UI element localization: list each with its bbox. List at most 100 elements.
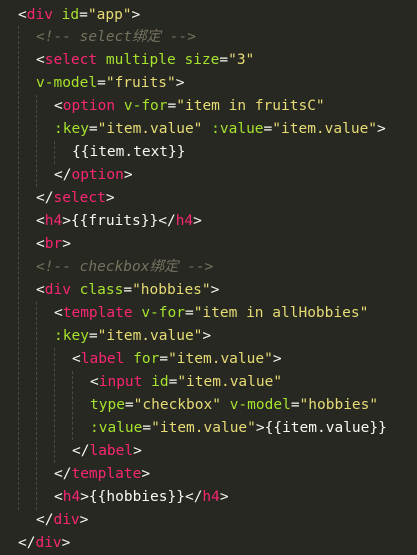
code-token-cmt: <!-- checkbox绑定 -->	[36, 259, 214, 275]
code-token-p	[221, 397, 230, 413]
code-editor[interactable]: <div id="app"> <!-- select绑定 --> <select m…	[0, 0, 417, 555]
code-line[interactable]: <h4>{{fruits}}</h4>	[36, 210, 202, 233]
code-token-p: >	[175, 75, 185, 91]
code-token-p: =	[184, 305, 194, 321]
code-line[interactable]: </template>	[54, 463, 150, 486]
code-line[interactable]: <select multiple size="3"	[36, 49, 254, 72]
code-token-tag: label	[89, 443, 134, 459]
indent-guide	[36, 302, 37, 510]
code-line[interactable]: <template v-for="item in allHobbies"	[54, 302, 368, 325]
code-token-p: <	[72, 351, 81, 367]
code-token-tag: option	[62, 98, 116, 114]
code-token-attr: size	[184, 52, 220, 68]
code-token-tag: div	[44, 282, 71, 298]
code-token-p: <	[54, 98, 63, 114]
code-token-p: =	[97, 75, 106, 91]
code-token-p: <	[90, 374, 99, 390]
code-line[interactable]: <br>	[36, 233, 71, 256]
code-line[interactable]: <div class="hobbies">	[36, 279, 219, 302]
code-token-p: >{{item.value}}	[255, 420, 387, 436]
code-token-tag: div	[53, 512, 80, 528]
code-line[interactable]: <div id="app">	[18, 4, 140, 27]
code-token-p	[97, 52, 106, 68]
code-token-p: =	[263, 121, 273, 137]
code-token-cmt: <!-- select绑定 -->	[36, 29, 196, 45]
code-token-p: </	[72, 443, 90, 459]
code-token-str: "checkbox"	[133, 397, 221, 413]
code-token-tag: h4	[44, 213, 63, 229]
code-token-p: >	[202, 328, 212, 344]
code-token-p: =	[124, 397, 134, 413]
code-token-p: =	[159, 351, 169, 367]
code-token-str: "item in fruitsC"	[176, 98, 325, 114]
code-line[interactable]: type="checkbox" v-model="hobbies"	[90, 394, 378, 417]
code-token-p: >{{fruits}}</	[62, 213, 176, 229]
code-token-str: "item.value"	[272, 121, 378, 137]
code-token-p: >	[61, 535, 71, 551]
code-token-attr: v-for	[123, 98, 168, 114]
code-token-p	[142, 374, 151, 390]
indent-guide	[54, 141, 55, 164]
code-token-p: >	[219, 489, 229, 505]
code-token-attr: id	[61, 7, 80, 23]
code-line[interactable]: </option>	[54, 164, 133, 187]
code-token-attr: :key	[54, 121, 89, 137]
code-line[interactable]: :key="item.value">	[54, 325, 211, 348]
code-line[interactable]: </select>	[36, 187, 115, 210]
code-token-p: <	[54, 489, 63, 505]
code-token-p: =	[123, 282, 133, 298]
code-token-tag: div	[26, 7, 53, 23]
code-token-tag: input	[98, 374, 143, 390]
code-token-str: "3"	[228, 52, 255, 68]
code-token-p: >	[105, 190, 115, 206]
code-token-tag: h4	[202, 489, 220, 505]
code-token-p: <	[36, 213, 45, 229]
code-line[interactable]: <option v-for="item in fruitsC"	[54, 95, 325, 118]
code-token-p: =	[79, 7, 88, 23]
code-token-p	[53, 7, 62, 23]
code-line[interactable]: <!-- select绑定 -->	[36, 26, 196, 49]
code-token-p: >	[79, 512, 89, 528]
code-token-tag: h4	[62, 489, 81, 505]
code-line[interactable]: <h4>{{hobbies}}</h4>	[54, 486, 229, 509]
code-token-tag: select	[53, 190, 106, 206]
code-token-tag: template	[71, 466, 142, 482]
code-token-tag: template	[62, 305, 133, 321]
code-token-str: "fruits"	[105, 75, 176, 91]
indent-guide	[18, 26, 19, 510]
indent-guide	[36, 95, 37, 187]
code-token-tag: br	[44, 236, 63, 252]
code-line[interactable]: </div>	[18, 532, 70, 555]
code-line[interactable]: </div>	[36, 509, 88, 532]
code-token-p	[124, 351, 133, 367]
code-line[interactable]: :key="item.value" :value="item.value">	[54, 118, 386, 141]
code-token-p: <	[36, 52, 45, 68]
code-token-attr: :value	[211, 121, 264, 137]
code-token-p	[71, 282, 80, 298]
code-token-p: <	[18, 7, 27, 23]
code-line[interactable]: {{item.text}}	[72, 141, 186, 164]
code-line[interactable]: <input id="item.value"	[90, 371, 282, 394]
code-token-attr: type	[90, 397, 125, 413]
code-line[interactable]: v-model="fruits">	[36, 72, 184, 95]
code-line[interactable]: </label>	[72, 440, 142, 463]
code-line[interactable]: <!-- checkbox绑定 -->	[36, 256, 213, 279]
indent-guide	[72, 371, 73, 440]
code-token-p: >	[272, 351, 282, 367]
code-token-p: >	[133, 443, 142, 459]
code-token-p: </	[36, 190, 54, 206]
code-token-p: =	[290, 397, 300, 413]
code-token-p: >{{hobbies}}</	[80, 489, 203, 505]
code-token-tag: h4	[175, 213, 194, 229]
code-token-p: >	[210, 282, 220, 298]
code-token-str: "item.value"	[97, 328, 203, 344]
code-token-p	[133, 305, 142, 321]
code-token-p: >	[377, 121, 386, 137]
code-token-p: =	[88, 121, 98, 137]
code-line[interactable]: :value="item.value">{{item.value}}	[90, 417, 387, 440]
code-token-p	[202, 121, 211, 137]
code-token-tag: select	[44, 52, 98, 68]
code-token-p: >	[123, 167, 133, 183]
code-line[interactable]: <label for="item.value">	[72, 348, 282, 371]
code-token-attr: :key	[54, 328, 89, 344]
